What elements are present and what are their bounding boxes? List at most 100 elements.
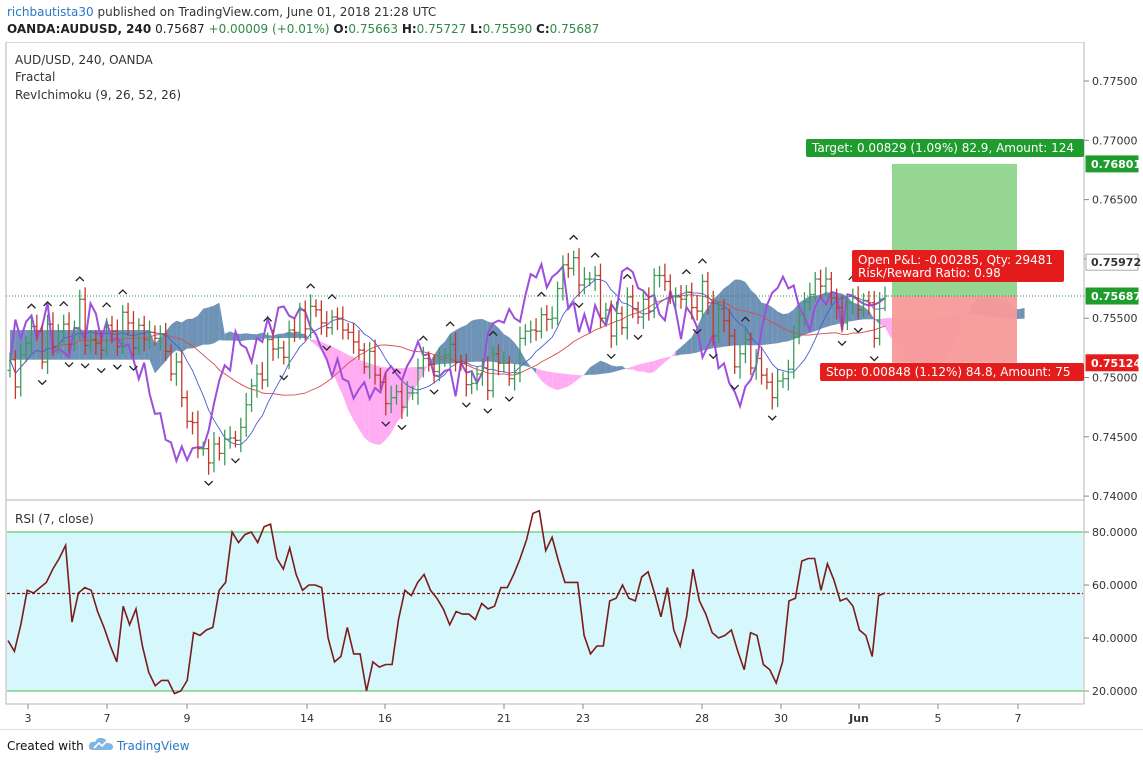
cloud-segment [723,284,730,347]
cloud-segment [192,315,198,349]
time-tick-label: 14 [300,712,314,725]
cloud-segment [160,331,166,368]
cloud-segment [471,319,478,362]
cloud-segment [772,307,778,344]
chart-header: richbautista30 published on TradingView.… [0,0,1143,42]
cloud-segment [638,363,644,372]
cloud-segment [858,303,864,321]
time-tick-label: 21 [497,712,511,725]
price-chart[interactable]: 0.775000.770000.765000.760000.755000.750… [0,42,1143,728]
tradingview-link[interactable]: TradingView [117,739,190,753]
cloud-segment [600,360,606,375]
high-value: 0.75727 [416,22,467,36]
cloud-segment [466,320,472,363]
last-price: 0.75687 [155,22,205,36]
price-tick-label: 0.77500 [1092,75,1138,88]
cloud-segment [154,337,161,374]
tradingview-cloud-icon [88,737,113,750]
cloud-segment [246,333,252,341]
rsi-band-fill [7,532,1083,691]
rsi-tick-label: 80.0000 [1092,526,1138,539]
price-tick-label: 0.74000 [1092,490,1138,503]
cloud-segment [203,307,209,345]
ohlc-line: OANDA:AUDUSD, 240 0.75687 +0.00009 (+0.0… [7,22,599,36]
cloud-segment [648,360,655,374]
cloud-segment [42,330,48,360]
cloud-segment [503,334,510,364]
cloud-segment [460,325,467,363]
cloud-segment [208,305,214,345]
cloud-segment [557,373,563,391]
time-tick-label: 7 [104,712,111,725]
cloud-segment [90,330,96,360]
cloud-segment [240,333,247,342]
rsi-tick-label: 40.0000 [1092,632,1138,645]
cloud-segment [267,335,274,339]
cloud-segment [1019,307,1025,319]
rsi-legend: RSI (7, close) [15,512,94,526]
publisher-name[interactable]: richbautista30 [7,5,94,19]
price-tick-label: 0.77000 [1092,134,1138,147]
time-tick-label: Jun [848,712,869,725]
cloud-segment [299,333,306,339]
rsi-axis: 80.0000 60.0000 40.0000 20.0000 [1084,526,1138,698]
target-label: Target: 0.00829 (1.09%) 82.9, Amount: 12… [806,139,1084,157]
cloud-segment [788,309,794,342]
cloud-segment [799,299,805,338]
time-tick-label: 30 [774,712,788,725]
stop-label-text: Stop: 0.00848 (1.12%) 84.8, Amount: 75 [826,365,1071,379]
price-tag-label: 0.75124 [1091,357,1141,370]
high-label: H: [401,22,417,36]
cloud-segment [552,372,558,391]
cloud-segment [766,303,773,345]
cloud-segment [213,302,220,344]
stop-zone [892,296,1017,363]
cloud-segment [450,330,456,364]
price-tick-label: 0.76500 [1092,194,1138,207]
low-value: 0.75590 [482,22,533,36]
open-value: 0.75663 [348,22,398,36]
cloud-segment [278,333,284,339]
published-text: published on TradingView.com, June 01, 2… [97,5,437,19]
pnl-label: Open P&L: -0.00285, Qty: 29481 Risk/Rewa… [852,250,1064,282]
cloud-segment [477,318,483,362]
stop-label: Stop: 0.00848 (1.12%) 84.8, Amount: 75 [820,363,1084,381]
time-tick-label: 23 [576,712,590,725]
low-label: L: [470,22,483,36]
cloud-segment [734,279,741,346]
time-tick-label: 28 [695,712,709,725]
cloud-segment [562,373,569,389]
cloud-segment [718,288,724,348]
created-with-text: Created with [7,739,84,753]
time-tick-label: 16 [378,712,392,725]
time-tick-label: 5 [935,712,942,725]
cloud-segment [740,279,746,346]
publish-line: richbautista30 published on TradingView.… [7,5,436,19]
rsi-tick-label: 60.0000 [1092,579,1138,592]
cloud-segment [181,318,188,353]
time-tick-label: 7 [1015,712,1022,725]
close-label: C: [536,22,550,36]
cloud-segment [144,330,150,360]
pnl-label-line2: Risk/Reward Ratio: 0.98 [858,266,1001,280]
cloud-segment [358,359,365,438]
cloud-segment [643,362,649,374]
cloud-segment [364,361,370,443]
cloud-segment [52,330,59,360]
time-axis: 3 7 9 14 16 21 23 28 30 Jun 5 7 [25,704,1022,725]
symbol-label: OANDA:AUDUSD, 240 [7,22,152,36]
cloud-segment [455,327,461,364]
cloud-segment [783,313,789,342]
cloud-segment [391,367,397,433]
price-tick-label: 0.74500 [1092,431,1138,444]
price-tick-label: 0.75000 [1092,372,1138,385]
open-label: O: [333,22,349,36]
cloud-segment [375,365,381,445]
legend-symbol: AUD/USD, 240, OANDA [15,53,154,67]
pnl-label-line1: Open P&L: -0.00285, Qty: 29481 [858,253,1053,267]
target-label-text: Target: 0.00829 (1.09%) 82.9, Amount: 12… [811,141,1074,155]
price-tick-label: 0.75500 [1092,312,1138,325]
time-tick-label: 9 [184,712,191,725]
footer: Created with TradingView [0,729,1143,763]
cloud-segment [750,289,757,346]
